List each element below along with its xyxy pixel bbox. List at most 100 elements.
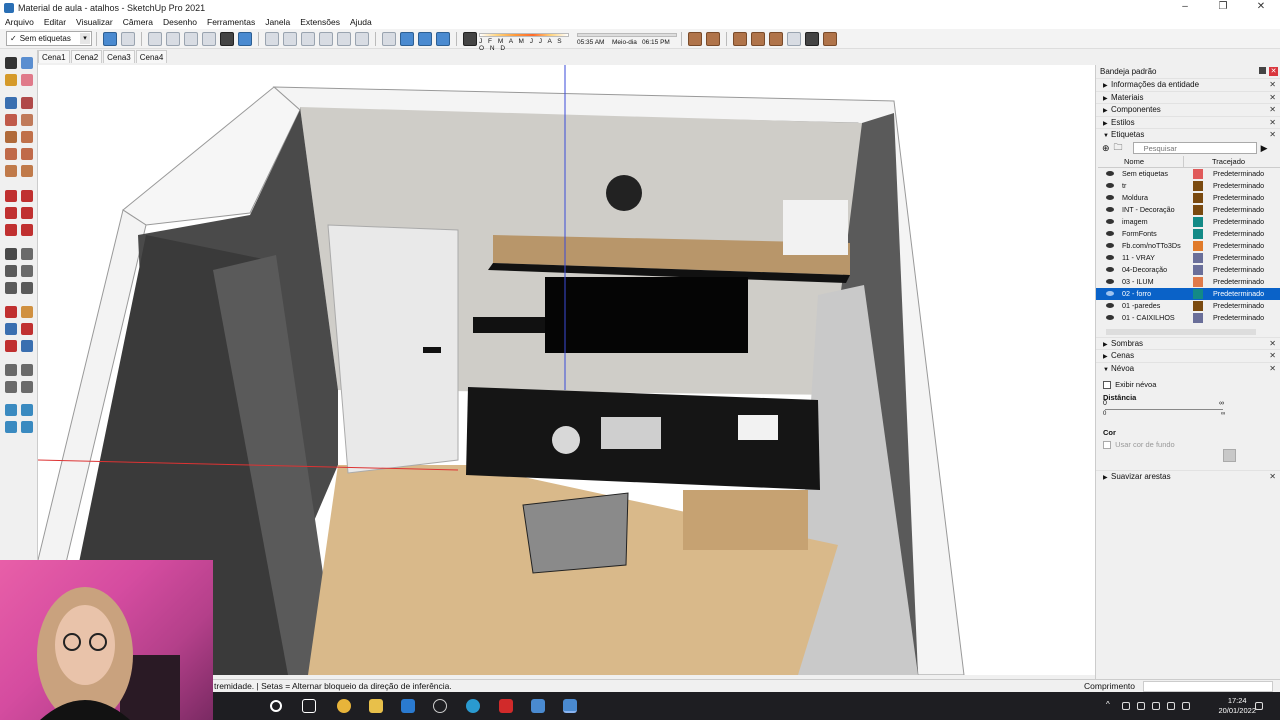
- home-icon[interactable]: [301, 31, 315, 46]
- time-slider-track[interactable]: [577, 32, 677, 37]
- two-point-arc-icon[interactable]: [21, 148, 33, 160]
- add-folder-icon[interactable]: 🗀: [1114, 140, 1123, 156]
- select-arrow-icon[interactable]: [5, 57, 17, 69]
- netflix-icon[interactable]: [499, 699, 513, 713]
- tape-measure-icon[interactable]: [5, 248, 17, 260]
- scroll-thumb[interactable]: [1106, 328, 1256, 335]
- follow-me-icon[interactable]: [21, 207, 33, 219]
- zoom-icon[interactable]: [5, 323, 17, 335]
- text-icon[interactable]: [21, 265, 33, 277]
- tag-row[interactable]: 01 - CAIXILHOS Predeterminado: [1096, 312, 1280, 324]
- tag-dash[interactable]: Predeterminado: [1213, 169, 1264, 178]
- tag-color-swatch[interactable]: [1193, 264, 1203, 275]
- search-icon[interactable]: [270, 700, 282, 712]
- section-toggle-icon[interactable]: [21, 421, 33, 433]
- month-slider[interactable]: J F M A M J J A S O N D: [479, 32, 569, 52]
- tag-row[interactable]: INT - Decoração Predeterminado: [1096, 204, 1280, 216]
- circle-icon[interactable]: [5, 131, 17, 143]
- tag-dropdown[interactable]: ✓ Sem etiquetas ▾: [6, 31, 92, 46]
- maximize-icon[interactable]: ❐: [1204, 0, 1242, 15]
- look-around-icon[interactable]: [21, 364, 33, 376]
- tag-color-swatch[interactable]: [1193, 240, 1203, 251]
- drape-icon[interactable]: [769, 31, 783, 46]
- polygon-icon[interactable]: [21, 131, 33, 143]
- zoom-previous-icon[interactable]: [21, 340, 33, 352]
- tag-row[interactable]: 02 - forro Predeterminado: [1096, 287, 1280, 300]
- section-styles[interactable]: ▶ Estilos ✕: [1096, 115, 1280, 129]
- freehand-icon[interactable]: [21, 97, 33, 109]
- menu-editar[interactable]: Editar: [39, 15, 71, 29]
- view-right-icon[interactable]: [418, 31, 432, 46]
- close-icon[interactable]: ✕: [1269, 338, 1276, 350]
- tag-color-swatch[interactable]: [1193, 168, 1203, 179]
- close-icon[interactable]: ✕: [1269, 129, 1276, 141]
- tag-row[interactable]: 11 - VRAY Predeterminado: [1096, 252, 1280, 264]
- close-icon[interactable]: ✕: [1269, 92, 1276, 104]
- close-icon[interactable]: ✕: [1269, 67, 1278, 76]
- close-icon[interactable]: ✕: [1269, 104, 1276, 116]
- menu-ajuda[interactable]: Ajuda: [345, 15, 377, 29]
- col-name[interactable]: Nome: [1124, 155, 1184, 167]
- flip-edge-icon[interactable]: [805, 31, 819, 46]
- use-bg-checkbox[interactable]: [1103, 441, 1111, 450]
- tag-row[interactable]: Sem etiquetas Predeterminado: [1096, 168, 1280, 180]
- sandbox-grid-icon[interactable]: [706, 31, 720, 46]
- top-view-icon[interactable]: [121, 31, 135, 46]
- section-scenes[interactable]: ▶ Cenas ✕: [1096, 349, 1280, 362]
- display-section-fill-icon[interactable]: [5, 421, 17, 433]
- tag-row[interactable]: tr Predeterminado: [1096, 180, 1280, 192]
- add-tag-icon[interactable]: ⊕: [1102, 143, 1110, 154]
- horizontal-scrollbar[interactable]: [1096, 327, 1280, 337]
- notifications-icon[interactable]: [1255, 702, 1263, 710]
- protractor-icon[interactable]: [5, 265, 17, 277]
- rotate-icon[interactable]: [5, 207, 17, 219]
- house-outline-icon[interactable]: [337, 31, 351, 46]
- edge-icon[interactable]: [466, 699, 480, 713]
- tag-dash[interactable]: Predeterminado: [1213, 229, 1264, 238]
- paint-bucket-icon[interactable]: [5, 74, 17, 86]
- tag-row[interactable]: FormFonts Predeterminado: [1096, 228, 1280, 240]
- wifi-icon[interactable]: [1167, 702, 1175, 710]
- visibility-eye-icon[interactable]: [1106, 291, 1114, 296]
- tag-dash[interactable]: Predeterminado: [1213, 193, 1264, 202]
- tab-cena2[interactable]: Cena2: [70, 50, 103, 63]
- offset-icon[interactable]: [21, 224, 33, 236]
- tag-dash[interactable]: Predeterminado: [1213, 301, 1264, 310]
- line-icon[interactable]: [5, 97, 17, 109]
- visibility-eye-icon[interactable]: [1106, 243, 1114, 248]
- details-arrow-icon[interactable]: ▶: [1261, 143, 1268, 154]
- shaded-textures-icon[interactable]: [220, 31, 234, 46]
- tag-color-swatch[interactable]: [1193, 204, 1203, 215]
- tag-search-input[interactable]: [1132, 142, 1257, 154]
- walk-icon[interactable]: [5, 381, 17, 393]
- distance-slider[interactable]: 0 ∞ 0 ∞: [1103, 400, 1273, 418]
- monochrome-icon[interactable]: [238, 31, 252, 46]
- tag-color-swatch[interactable]: [1193, 252, 1203, 263]
- visibility-eye-icon[interactable]: [1106, 231, 1114, 236]
- make-component-icon[interactable]: [21, 57, 33, 69]
- tag-row[interactable]: 04-Decoração Predeterminado: [1096, 264, 1280, 276]
- sketchup-taskbar-icon[interactable]: [531, 699, 545, 713]
- view-back-icon[interactable]: [436, 31, 450, 46]
- close-icon[interactable]: ✕: [1269, 117, 1276, 129]
- house-icon[interactable]: [319, 31, 333, 46]
- shaded-icon[interactable]: [202, 31, 216, 46]
- tag-color-swatch[interactable]: [1193, 228, 1203, 239]
- sandbox-icon[interactable]: [688, 31, 702, 46]
- components-icon[interactable]: [283, 31, 297, 46]
- tag-color-swatch[interactable]: [1193, 312, 1203, 323]
- zoom-extents-icon[interactable]: [5, 340, 17, 352]
- tag-row[interactable]: Fb.com/noTTo3Ds Predeterminado: [1096, 240, 1280, 252]
- sketchup-active-icon[interactable]: [563, 699, 577, 713]
- file-explorer-icon[interactable]: [369, 699, 383, 713]
- rotated-rectangle-icon[interactable]: [21, 114, 33, 126]
- visibility-eye-icon[interactable]: [1106, 315, 1114, 320]
- arc-icon[interactable]: [5, 148, 17, 160]
- display-section-cuts-icon[interactable]: [21, 404, 33, 416]
- close-icon[interactable]: ✕: [1269, 471, 1276, 483]
- move-tool-icon[interactable]: [5, 190, 17, 202]
- section-materials[interactable]: ▶ Materiais ✕: [1096, 90, 1280, 104]
- visibility-eye-icon[interactable]: [1106, 279, 1114, 284]
- visibility-eye-icon[interactable]: [1106, 195, 1114, 200]
- tag-dash[interactable]: Predeterminado: [1213, 265, 1264, 274]
